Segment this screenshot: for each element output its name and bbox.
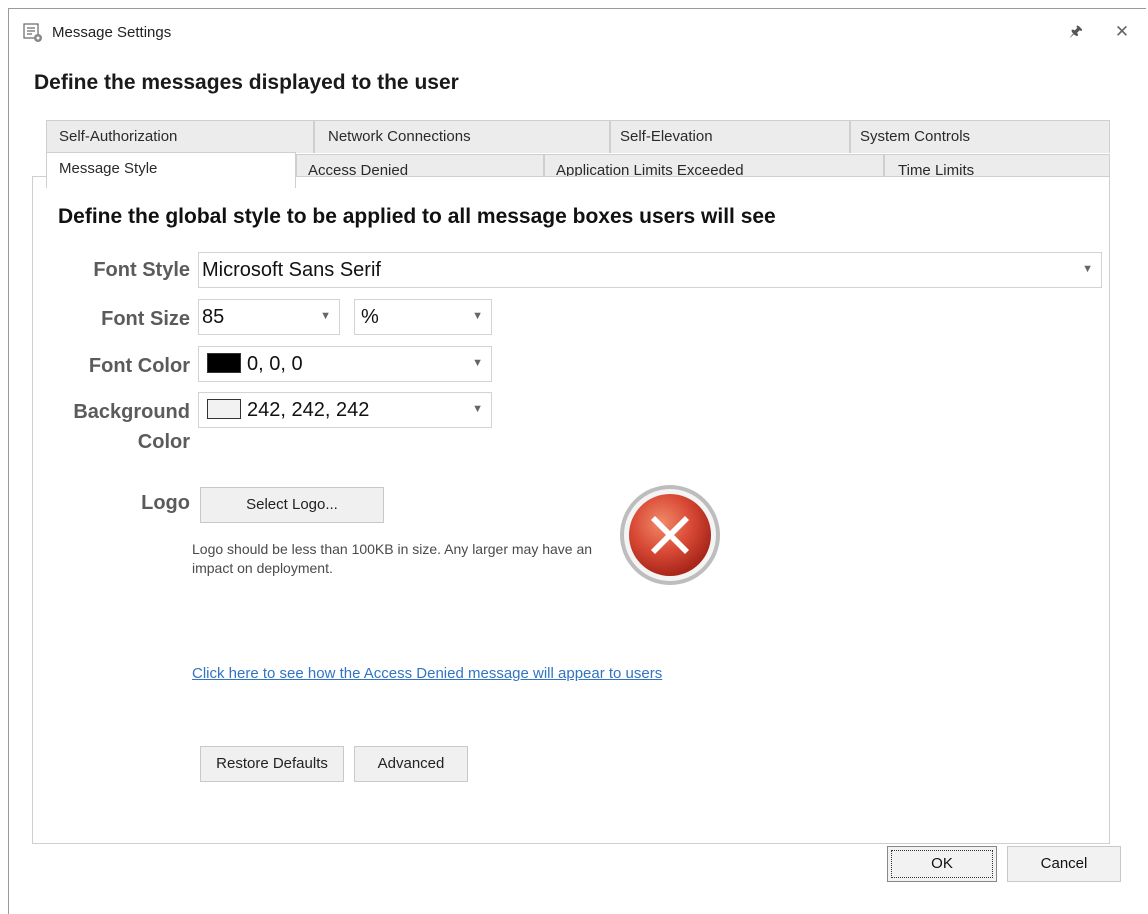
font-color-swatch [207, 353, 241, 373]
font-color-value: 0, 0, 0 [247, 353, 303, 375]
close-icon[interactable]: ✕ [1113, 23, 1131, 41]
font-style-value: Microsoft Sans Serif [202, 259, 381, 281]
focus-rect [891, 850, 993, 878]
font-size-value: 85 [202, 306, 225, 328]
font-size-unit-dropdown[interactable]: % ▼ [354, 299, 492, 335]
tab-self-elevation[interactable]: Self-Elevation [610, 120, 850, 153]
cancel-button[interactable]: Cancel [1007, 846, 1121, 882]
error-x-icon [620, 485, 720, 585]
chevron-down-icon[interactable]: ▼ [472, 403, 483, 415]
background-color-swatch [207, 399, 241, 419]
page-heading: Define the messages displayed to the use… [34, 71, 459, 94]
font-color-dropdown[interactable]: 0, 0, 0 ▼ [198, 346, 492, 382]
select-logo-button[interactable]: Select Logo... [200, 487, 384, 523]
background-color-label-line2: Color [137, 431, 190, 453]
restore-defaults-button[interactable]: Restore Defaults [200, 746, 344, 782]
background-color-dropdown[interactable]: 242, 242, 242 ▼ [198, 392, 492, 428]
chevron-down-icon[interactable]: ▼ [320, 310, 331, 322]
ok-button[interactable]: OK [887, 846, 997, 882]
logo-label: Logo [141, 492, 190, 514]
font-style-dropdown[interactable]: Microsoft Sans Serif ▼ [198, 252, 1102, 288]
pin-icon[interactable]: 🖈 [1067, 23, 1085, 41]
chevron-down-icon[interactable]: ▼ [472, 357, 483, 369]
preview-access-denied-link[interactable]: Click here to see how the Access Denied … [192, 665, 662, 682]
chevron-down-icon[interactable]: ▼ [1082, 263, 1093, 275]
logo-size-note: Logo should be less than 100KB in size. … [192, 541, 593, 576]
message-settings-icon [23, 23, 42, 42]
font-size-label: Font Size [101, 308, 190, 330]
font-style-label: Font Style [93, 259, 190, 281]
window-title: Message Settings [52, 24, 172, 41]
font-size-unit-value: % [361, 306, 379, 328]
title-bar: Message Settings 🖈 ✕ [9, 9, 1146, 57]
chevron-down-icon[interactable]: ▼ [472, 310, 483, 322]
tab-network-connections[interactable]: Network Connections [314, 120, 610, 153]
section-title: Define the global style to be applied to… [58, 205, 776, 228]
tab-self-authorization[interactable]: Self-Authorization [46, 120, 314, 153]
background-color-label: Background Color [40, 397, 190, 457]
background-color-label-line1: Background [73, 401, 190, 423]
advanced-button[interactable]: Advanced [354, 746, 468, 782]
background-color-value: 242, 242, 242 [247, 399, 370, 421]
font-color-label: Font Color [88, 355, 190, 377]
font-size-dropdown[interactable]: 85 ▼ [198, 299, 340, 335]
tab-system-controls[interactable]: System Controls [850, 120, 1110, 153]
tab-message-style[interactable]: Message Style [46, 152, 296, 188]
